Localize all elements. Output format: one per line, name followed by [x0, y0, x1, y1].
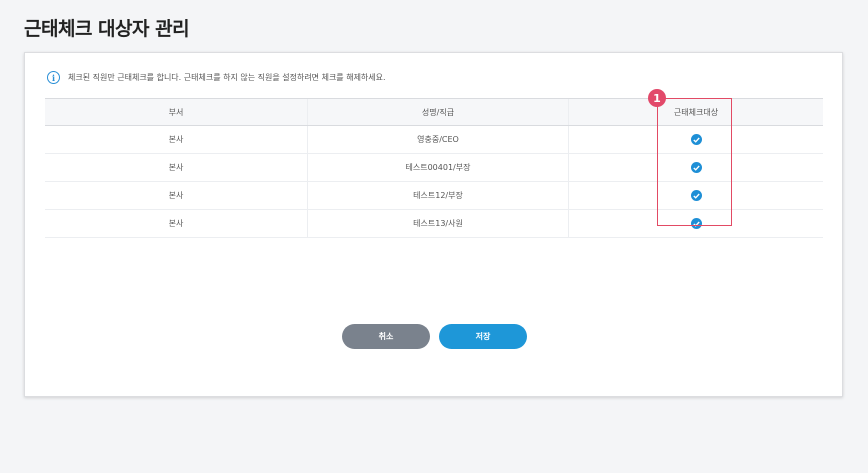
table-row: 본사 테스트00401/부장 [45, 153, 823, 182]
annotation-marker: 1 [648, 89, 666, 107]
cell-attendance-check [568, 181, 823, 210]
cell-name-position: 테스트12/부장 [307, 181, 569, 210]
save-button[interactable]: 저장 [439, 324, 527, 349]
cell-attendance-check [568, 153, 823, 182]
info-icon: i [47, 71, 60, 84]
employee-table: 부서 성명/직급 근태체크대상 본사 영충중/CEO 본사 테스트00401/부… [45, 98, 823, 238]
main-panel: i 체크된 직원만 근태체크를 합니다. 근태체크를 하지 않는 직원을 설정하… [24, 52, 843, 397]
cell-department: 본사 [45, 209, 308, 238]
cell-attendance-check [568, 125, 823, 154]
cell-department: 본사 [45, 153, 308, 182]
checkbox-checked-icon[interactable] [690, 218, 702, 229]
page-title: 근태체크 대상자 관리 [24, 18, 190, 40]
checkbox-checked-icon[interactable] [690, 134, 702, 145]
table-row: 본사 테스트12/부장 [45, 181, 823, 210]
cancel-button[interactable]: 취소 [342, 324, 430, 349]
cell-department: 본사 [45, 181, 308, 210]
notice-text: 체크된 직원만 근태체크를 합니다. 근태체크를 하지 않는 직원을 설정하려면… [68, 73, 386, 82]
checkbox-checked-icon[interactable] [690, 162, 702, 173]
cell-attendance-check [568, 209, 823, 238]
table-row: 본사 영충중/CEO [45, 125, 823, 154]
cell-department: 본사 [45, 125, 308, 154]
column-header-department[interactable]: 부서 [45, 98, 308, 126]
checkbox-checked-icon[interactable] [690, 190, 702, 201]
cell-name-position: 테스트13/사원 [307, 209, 569, 238]
notice: i 체크된 직원만 근태체크를 합니다. 근태체크를 하지 않는 직원을 설정하… [47, 71, 386, 84]
column-header-attendance-target[interactable]: 근태체크대상 [568, 98, 823, 126]
cell-name-position: 테스트00401/부장 [307, 153, 569, 182]
cell-name-position: 영충중/CEO [307, 125, 569, 154]
column-header-name-position[interactable]: 성명/직급 [307, 98, 569, 126]
table-row: 본사 테스트13/사원 [45, 209, 823, 238]
table-header-row: 부서 성명/직급 근태체크대상 [45, 98, 823, 126]
